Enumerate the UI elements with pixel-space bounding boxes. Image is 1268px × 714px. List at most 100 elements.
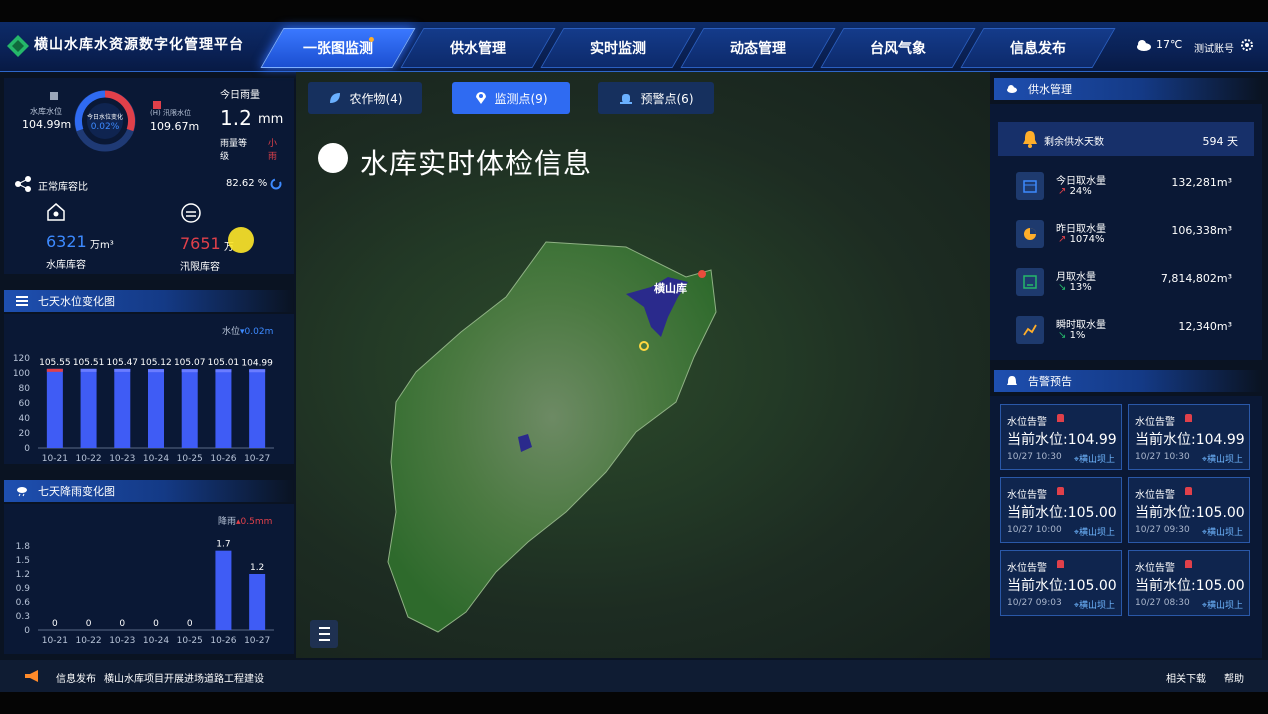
bar-cap	[80, 368, 97, 372]
warning-point[interactable]	[698, 270, 706, 278]
bar[interactable]	[114, 368, 131, 448]
capacity-unit: 万m³	[90, 240, 114, 251]
y-tick-label: 0	[24, 444, 30, 454]
bar[interactable]	[215, 550, 232, 630]
bar-value-label: 0	[187, 619, 193, 629]
tab-monitor-points[interactable]: 监测点(9)	[452, 82, 570, 114]
tab-crops[interactable]: 农作物(4)	[308, 82, 422, 114]
alarm-location: ⌖横山坝上	[1073, 601, 1115, 611]
gear-icon[interactable]	[1240, 38, 1254, 52]
bar-cap	[114, 368, 131, 372]
bar[interactable]	[249, 369, 266, 448]
x-tick-label: 10-23	[109, 636, 135, 646]
reservoir-icon	[47, 203, 65, 221]
supply-label: 月取水量	[1056, 272, 1096, 283]
rainfall-chart-panel: 降雨▴0.5mm 0 0.3 0.6 0.9 1.2 1.5 1.8 0 10-21 0 10-22…	[4, 504, 294, 654]
nav-tab-map[interactable]: 一张图监测	[260, 28, 416, 68]
y-tick-label: 100	[13, 369, 30, 379]
x-tick-label: 10-24	[143, 454, 169, 464]
layer-toggle-button[interactable]	[310, 620, 338, 648]
alarm-bell-icon	[1057, 487, 1064, 495]
notification-dot	[368, 37, 374, 42]
cloud-icon	[1007, 85, 1017, 93]
nav-tab-supply[interactable]: 供水管理	[400, 28, 556, 68]
nav-tab-publish[interactable]: 信息发布	[960, 28, 1116, 68]
x-tick-label: 10-27	[244, 454, 270, 464]
storage-ratio-label: 正常库容比	[38, 182, 88, 193]
x-tick-label: 10-21	[42, 454, 68, 464]
alarm-type: 水位告警	[1135, 563, 1175, 574]
supply-change: ↘ 1%	[1058, 330, 1086, 341]
alarm-icon	[619, 94, 632, 104]
bar-value-label: 105.01	[208, 358, 240, 368]
bar-value-label: 105.47	[107, 358, 139, 368]
level-change-gauge	[74, 90, 136, 152]
alarm-card[interactable]: 水位告警 当前水位:105.00 10/27 08:30 ⌖横山坝上	[1128, 550, 1250, 616]
alarm-card[interactable]: 水位告警 当前水位:105.00 10/27 09:30 ⌖横山坝上	[1128, 477, 1250, 543]
supply-value: 12,340m³	[1178, 320, 1232, 333]
alarm-location: ⌖横山坝上	[1073, 455, 1115, 465]
bar-value-label: 0	[52, 619, 58, 629]
alarm-location: ⌖横山坝上	[1201, 455, 1243, 465]
flood-capacity-value: 7651	[180, 234, 221, 253]
bottom-letterbox	[0, 692, 1268, 714]
cloud-icon	[1137, 40, 1151, 51]
alarm-bell-icon	[1057, 414, 1064, 422]
footer-label: 信息发布	[56, 674, 96, 685]
cloud-rain-icon	[17, 487, 27, 497]
tab-warning-points[interactable]: 预警点(6)	[598, 82, 714, 114]
alarm-card[interactable]: 水位告警 当前水位:105.00 10/27 10:00 ⌖横山坝上	[1000, 477, 1122, 543]
supply-row-month: 月取水量 ↘ 13% 7,814,802m³	[1000, 262, 1248, 306]
y-tick-label: 1.2	[16, 570, 30, 580]
alarm-bell-icon	[1185, 560, 1192, 568]
share-icon	[15, 176, 31, 192]
alarm-card[interactable]: 水位告警 当前水位:104.99 10/27 10:30 ⌖横山坝上	[1128, 404, 1250, 470]
y-tick-label: 80	[19, 384, 31, 394]
download-link[interactable]: 相关下载	[1166, 670, 1206, 685]
list-icon	[319, 627, 330, 641]
rain-level-label: 雨量等级	[220, 139, 248, 162]
nav-tab-typhoon[interactable]: 台风气象	[820, 28, 976, 68]
x-tick-label: 10-24	[143, 636, 169, 646]
bar[interactable]	[181, 369, 198, 448]
alarm-type: 水位告警	[1007, 490, 1047, 501]
water-level-value: 104.99m	[22, 118, 72, 131]
flood-capacity-label: 汛限库容	[180, 262, 220, 273]
alarm-bell-icon	[1185, 414, 1192, 422]
bell-icon	[1007, 376, 1017, 385]
alarm-location: ⌖横山坝上	[1201, 528, 1243, 538]
y-tick-label: 1.8	[16, 542, 31, 552]
alarm-level: 当前水位:105.00	[1007, 578, 1117, 594]
bar-value-label: 0	[119, 619, 125, 629]
supply-value: 106,338m³	[1171, 224, 1232, 237]
bar-value-label: 1.7	[216, 540, 230, 550]
x-tick-label: 10-21	[42, 636, 68, 646]
bar[interactable]	[148, 369, 164, 448]
y-tick-label: 0.9	[16, 584, 31, 594]
nav-tab-dynamic[interactable]: 动态管理	[680, 28, 836, 68]
capacity-label: 水库库容	[46, 260, 86, 271]
nav-tab-realtime[interactable]: 实时监测	[540, 28, 696, 68]
water-level-title: 七天水位变化图	[38, 295, 115, 308]
bar-cap	[46, 368, 63, 372]
supply-value: 132,281m³	[1171, 176, 1232, 189]
alarm-time: 10/27 09:03	[1007, 598, 1062, 608]
bar[interactable]	[249, 574, 266, 630]
news-ticker[interactable]: 横山水库项目开展进场道路工程建设	[104, 670, 264, 685]
bar[interactable]	[80, 368, 97, 448]
y-tick-label: 120	[13, 354, 30, 364]
remaining-days-value: 594 天	[1202, 135, 1239, 148]
x-tick-label: 10-26	[210, 636, 236, 646]
chart-icon	[1016, 268, 1044, 296]
reservoir-map-label: 横山库	[654, 282, 687, 295]
list-icon	[16, 296, 28, 306]
help-link[interactable]: 帮助	[1224, 670, 1244, 685]
alarm-card[interactable]: 水位告警 当前水位:105.00 10/27 09:03 ⌖横山坝上	[1000, 550, 1122, 616]
bar[interactable]	[215, 369, 232, 448]
bar-value-label: 1.2	[250, 563, 264, 573]
bar[interactable]	[46, 368, 63, 448]
alarm-card[interactable]: 水位告警 当前水位:104.99 10/27 10:30 ⌖横山坝上	[1000, 404, 1122, 470]
account-name[interactable]: 测试账号	[1194, 40, 1234, 55]
alarm-location: ⌖横山坝上	[1201, 601, 1243, 611]
alarm-level: 当前水位:104.99	[1007, 432, 1117, 448]
